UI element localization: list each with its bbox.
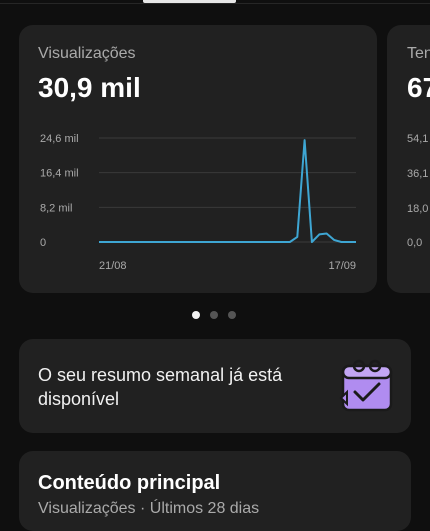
next-chart-tick: 0,0 <box>407 237 423 249</box>
pagination-dot-1[interactable] <box>192 311 200 319</box>
calendar-check-icon <box>339 359 393 412</box>
next-chart-tick: 18,0 <box>407 203 429 215</box>
next-chart-tick: 54,1 <box>407 133 429 145</box>
views-chart: 0 8,2 mil 16,4 mil 24,6 mil 21/08 17/09 <box>40 133 356 272</box>
x-tick-label: 21/08 <box>99 260 127 272</box>
next-metric-label: Ten <box>407 45 430 62</box>
y-tick-label: 0 <box>40 237 46 249</box>
next-metric-value: 67 <box>407 72 430 103</box>
top-content-card[interactable]: Conteúdo principal Visualizações · Últim… <box>19 451 411 531</box>
carousel-pagination <box>192 311 236 319</box>
top-content-title: Conteúdo principal <box>38 472 221 494</box>
x-tick-label: 17/09 <box>328 260 356 272</box>
y-tick-label: 24,6 mil <box>40 133 79 145</box>
views-metric-card[interactable]: Visualizações 30,9 mil 0 8,2 mil 16,4 mil 2… <box>19 25 377 293</box>
y-tick-label: 8,2 mil <box>40 202 72 214</box>
pagination-dot-3[interactable] <box>228 311 236 319</box>
next-metric-card[interactable]: Ten 67 54,1 36,1 18,0 0,0 <box>387 25 430 293</box>
pagination-dot-2[interactable] <box>210 311 218 319</box>
weekly-summary-text: O seu resumo semanal já está disponível <box>38 365 283 409</box>
top-divider <box>0 3 430 4</box>
next-chart-tick: 36,1 <box>407 168 429 180</box>
top-content-subtitle: Visualizações · Últimos 28 dias <box>38 500 260 517</box>
weekly-summary-card[interactable]: O seu resumo semanal já está disponível <box>19 339 411 433</box>
y-tick-label: 16,4 mil <box>40 168 79 180</box>
views-series-line <box>99 139 356 243</box>
